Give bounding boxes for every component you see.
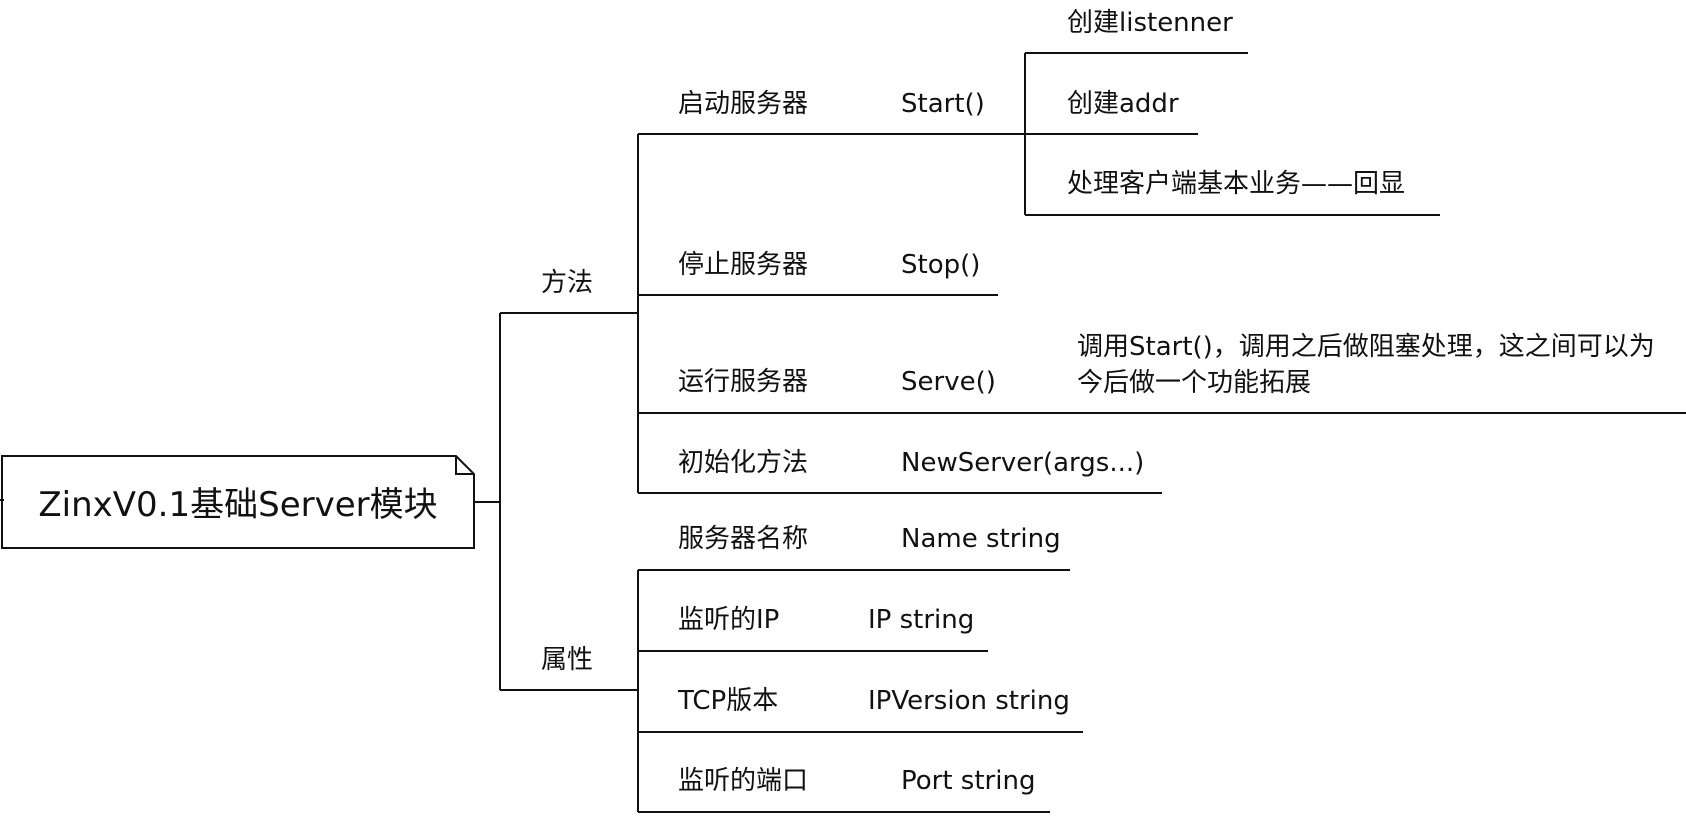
attr-ip-label: 监听的IP [678, 605, 780, 635]
method-init-func: NewServer(args...) [901, 448, 1145, 478]
attr-port-type: Port string [901, 766, 1036, 796]
branch-label-attributes: 属性 [541, 645, 594, 675]
method-stop-label: 停止服务器 [678, 250, 809, 280]
method-start-label: 启动服务器 [678, 89, 809, 119]
attr-tcp-type: IPVersion string [868, 686, 1070, 716]
attr-ip-type: IP string [868, 605, 975, 635]
method-serve-func: Serve() [901, 367, 996, 397]
mind-map-connectors [0, 52, 1686, 813]
method-init-label: 初始化方法 [678, 448, 809, 478]
attr-port-label: 监听的端口 [678, 766, 809, 796]
method-serve-label: 运行服务器 [678, 367, 809, 397]
start-child-addr: 创建addr [1067, 89, 1179, 119]
attr-name-label: 服务器名称 [678, 524, 809, 554]
attr-tcp-label: TCP版本 [678, 686, 779, 716]
branch-label-methods: 方法 [541, 268, 594, 298]
root-node-title: ZinxV0.1基础Server模块 [38, 485, 438, 525]
start-child-listener: 创建listenner [1067, 8, 1233, 38]
attr-name-type: Name string [901, 524, 1061, 554]
start-child-echo: 处理客户端基本业务——回显 [1067, 169, 1406, 199]
method-start-func: Start() [901, 89, 985, 119]
method-stop-func: Stop() [901, 250, 981, 280]
method-serve-note: 调用Start()，调用之后做阻塞处理，这之间可以为今后做一个功能拓展 [1077, 332, 1655, 398]
